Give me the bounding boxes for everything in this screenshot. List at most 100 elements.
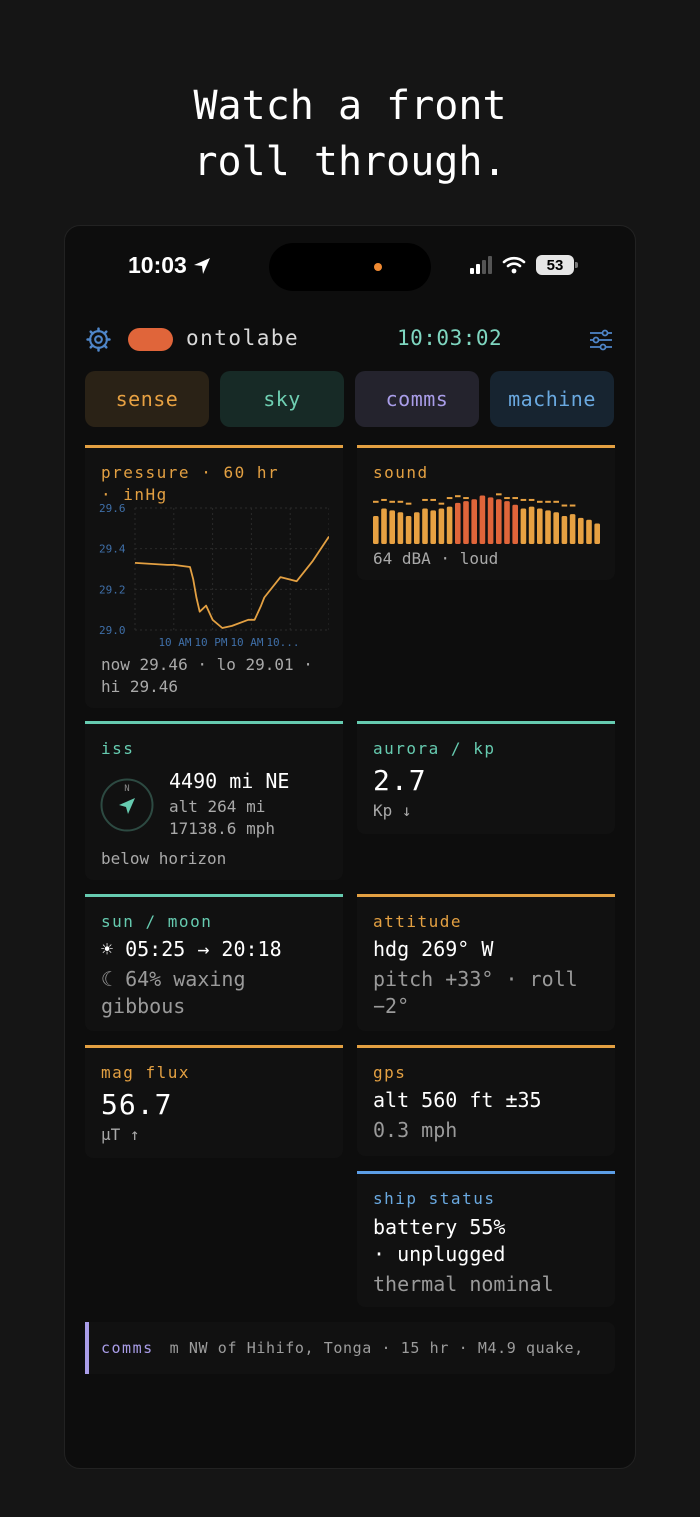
sound-peak-mark [405,502,412,505]
location-arrow-icon [193,257,210,274]
attitude-card[interactable]: attitude hdg 269° W pitch +33° · roll −2… [357,894,615,1031]
sound-chart [373,493,600,544]
sound-peak-mark [569,504,576,507]
sound-bar [537,508,543,544]
sound-bar [389,510,395,544]
sound-peak-mark [446,497,453,500]
gear-icon[interactable] [86,327,111,352]
mic-indicator-dot [374,263,382,271]
sound-card[interactable]: sound 64 dBA · loud [357,445,615,580]
comms-ticker[interactable]: comms m NW of Hihifo, Tonga · 15 hr · M4… [85,1322,615,1374]
y-tick-label: 29.0 [99,624,126,637]
sound-bar [430,510,436,544]
sound-peak-mark [389,500,395,503]
sound-peak-mark [520,498,527,501]
sound-peak-mark [545,500,551,503]
sound-bar [504,501,510,544]
status-bar-right: 53 [470,255,578,275]
sound-peak-mark [430,498,436,501]
sound-bar [414,512,420,544]
sound-bar [553,512,559,544]
sliders-icon[interactable] [589,329,613,351]
aurora-card[interactable]: aurora / kp 2.7 Kp ↓ [357,721,615,834]
gps-card[interactable]: gps alt 560 ft ±35 0.3 mph [357,1045,615,1156]
sound-peak-mark [397,500,404,503]
attitude-roll-value: −2° [373,994,410,1018]
pressure-summary-hi: hi 29.46 [101,677,179,696]
sound-bar [569,514,576,544]
moon-phase-cont: gibbous [101,994,186,1018]
attitude-label: attitude [373,912,463,931]
aurora-value: 2.7 [373,764,427,797]
sound-peak-mark [438,502,445,505]
ship-battery: battery 55% [373,1215,506,1239]
sun-moon-card[interactable]: sun / moon ☀ 05:25 → 20:18 ☾ 64% waxing … [85,894,343,1031]
aurora-unit: Kp ↓ [373,801,412,820]
sound-peak-mark [504,497,510,500]
sound-bar [561,516,568,544]
x-tick-label: 10 PM [194,636,227,649]
y-tick-label: 29.4 [99,543,126,556]
sound-bar [586,519,592,544]
mag-flux-card[interactable]: mag flux 56.7 µT ↑ [85,1045,343,1158]
pressure-label: pressure · 60 hr [101,463,280,482]
recording-toggle[interactable] [128,328,173,351]
ship-power-source: · unplugged [373,1242,506,1266]
mag-flux-value: 56.7 [101,1088,173,1121]
sound-bar [397,512,404,544]
sound-bar [373,516,379,544]
gps-label: gps [373,1063,407,1082]
iss-label: iss [101,739,135,758]
sound-bar [479,495,486,544]
sound-bar [422,508,428,544]
sound-bar [594,523,600,544]
sound-peak-mark [537,500,543,503]
ship-thermal: thermal nominal [373,1272,554,1296]
ship-status-card[interactable]: ship status battery 55% · unplugged ther… [357,1171,615,1307]
iss-card[interactable]: iss N 4490 mi NE alt 264 mi 17138.6 mph … [85,721,343,880]
sound-peak-mark [512,497,518,500]
y-tick-label: 29.2 [99,583,126,596]
sun-times: ☀ 05:25 → 20:18 [101,937,282,961]
sound-bar [455,502,461,544]
sound-peak-mark [561,504,568,507]
cellular-signal-icon [470,256,492,274]
sound-label: sound [373,463,429,482]
ship-status-label: ship status [373,1189,496,1208]
tab-comms[interactable]: comms [355,371,479,427]
gps-speed: 0.3 mph [373,1118,458,1142]
tab-sky[interactable]: sky [220,371,344,427]
dynamic-island [269,243,431,291]
compass-icon: N [100,778,154,832]
headline: Watch a front roll through. [0,78,700,190]
tab-sense[interactable]: sense [85,371,209,427]
sound-bar [528,506,535,544]
sound-bar [520,508,527,544]
sound-peak-mark [422,498,428,501]
tab-machine[interactable]: machine [490,371,614,427]
pressure-series-line [134,536,329,629]
ticker-label: comms [101,1339,154,1357]
iss-speed: 17138.6 mph [169,819,275,838]
status-time-text: 10:03 [128,252,187,278]
aurora-label: aurora / kp [373,739,496,758]
pressure-summary: now 29.46 · lo 29.01 · [101,655,313,674]
sound-bar [381,508,387,544]
compass-north: N [124,784,129,794]
sound-bar [446,506,453,544]
sound-peak-mark [463,497,469,500]
sound-peak-mark [528,498,535,501]
battery-icon: 53 [536,255,578,275]
sound-peak-mark [381,498,387,501]
x-tick-label: 10 AM [158,636,191,649]
moon-phase: ☾ 64% waxing [101,967,246,991]
header-clock: 10:03:02 [397,326,503,350]
sound-bar [405,516,412,544]
headline-line-2: roll through. [193,139,507,185]
mag-flux-label: mag flux [101,1063,191,1082]
sound-bar [496,499,502,544]
status-bar-time: 10:03 [128,252,211,279]
sound-bar [463,501,469,544]
sun-moon-label: sun / moon [101,912,213,931]
pressure-card[interactable]: pressure · 60 hr · inHg 29.6 29.4 29.2 29.0… [85,445,343,708]
